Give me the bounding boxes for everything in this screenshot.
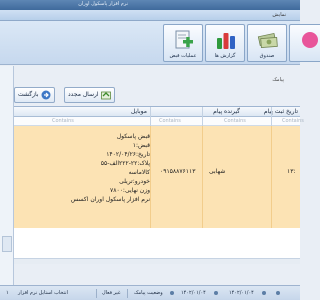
back-arrow-icon — [41, 90, 50, 100]
resend-label: ارسال مجدد — [68, 91, 99, 98]
filter-recipient[interactable]: Contains — [224, 118, 246, 124]
filter-mobile[interactable]: Contains — [159, 118, 181, 124]
grid-header: موبایل گیرنده پیام تاریخ ثبت پیام — [14, 107, 300, 117]
ribbon: عملیات قبض گزارش ها صندوق پیامک — [0, 21, 320, 83]
column-header-date[interactable]: تاریخ ثبت پیام — [264, 108, 298, 115]
cash-box-button[interactable]: صندوق — [247, 24, 287, 62]
message-line: وزن نهایی:۷۸۰۰ — [110, 187, 150, 194]
resend-button[interactable]: ارسال مجدد — [64, 87, 115, 103]
status-bullet-icon — [262, 291, 266, 295]
message-line: قبض:۱ — [132, 142, 150, 149]
table-row[interactable]: قبض پاسکول قبض:۱ تاریخ:۱۴۰۲/۰۴/۲۶ پلاک:۲… — [14, 126, 300, 228]
filter-message[interactable]: Contains — [52, 118, 74, 124]
messages-grid: موبایل گیرنده پیام تاریخ ثبت پیام Contai… — [14, 106, 304, 258]
status-date: ۱۴۰۲/۰۱/۰۴ — [181, 290, 206, 296]
status-date-2: ۱۴۰۲/۰۱/۰۴ — [229, 290, 254, 296]
menu-bar: نمایش — [0, 10, 300, 21]
status-bullet-icon — [276, 291, 280, 295]
window-title: نرم افزار پاسکول اوران — [78, 1, 128, 7]
reports-label: گزارش ها — [214, 53, 236, 59]
recipient-cell: شهابی — [209, 168, 226, 175]
column-header-mobile[interactable]: موبایل — [131, 108, 147, 115]
date-cell: ۱۳: — [287, 168, 296, 175]
mobile-cell: ۰۹۱۵۸۸۷۶۱۱۳ — [160, 168, 196, 175]
row-divider — [202, 126, 203, 228]
status-separator — [96, 289, 97, 298]
status-bar: ۱ انتخاب استایل نرم افزار غیر فعال وضعیت… — [0, 285, 300, 300]
add-document-icon — [175, 30, 193, 49]
back-label: بازگشت — [18, 91, 39, 98]
row-divider — [150, 126, 151, 228]
message-line: قبض پاسکول — [116, 133, 150, 140]
message-line: کالاماسه — [128, 169, 150, 176]
receipt-operations-label: عملیات قبض — [169, 53, 197, 59]
ribbon-group-footer: پیامک — [0, 77, 300, 85]
reports-button[interactable]: گزارش ها — [205, 24, 245, 62]
column-header-recipient[interactable]: گیرنده پیام — [213, 108, 240, 115]
left-panel-control[interactable] — [2, 236, 12, 252]
message-line: نرم افزار پاسکول اوران اکسس — [70, 196, 150, 203]
column-divider — [202, 107, 203, 126]
message-text-cell: قبض پاسکول قبض:۱ تاریخ:۱۴۰۲/۰۴/۲۶ پلاک:۲… — [58, 132, 150, 204]
menu-view[interactable]: نمایش — [272, 12, 286, 18]
back-button[interactable]: بازگشت — [14, 87, 55, 103]
send-arrow-icon — [100, 91, 111, 100]
status-inactive: غیر فعال — [102, 290, 121, 296]
title-bar: نرم افزار پاسکول اوران — [0, 0, 300, 10]
cash-icon — [257, 32, 278, 48]
status-bullet-icon — [214, 291, 218, 295]
horizontal-scrollbar[interactable] — [14, 258, 300, 264]
status-style-selector[interactable]: انتخاب استایل نرم افزار — [18, 290, 68, 296]
status-page-number: ۱ — [6, 290, 9, 296]
status-bullet-icon — [170, 291, 174, 295]
ribbon-group-label: پیامک — [272, 77, 284, 83]
grid-filter-row: Contains Contains Contains Contains — [14, 117, 304, 126]
receipt-operations-button[interactable]: عملیات قبض — [163, 24, 203, 62]
row-divider — [271, 126, 272, 228]
message-line: تاریخ:۱۴۰۲/۰۴/۲۶ — [106, 151, 150, 158]
bar-chart-icon — [217, 33, 235, 49]
column-divider — [271, 107, 272, 126]
filter-date[interactable]: Contains — [282, 118, 304, 124]
status-sms: وضعیت پیامک — [134, 290, 163, 296]
cash-box-label: صندوق — [259, 53, 275, 59]
tag-icon — [302, 32, 318, 48]
message-line: خودرو:تریلی — [119, 178, 150, 185]
status-separator — [127, 289, 128, 298]
toolbar: بازگشت ارسال مجدد — [14, 86, 300, 106]
left-panel — [0, 66, 14, 286]
column-divider — [150, 107, 151, 126]
message-line: پلاک:۲۲-۲۲۲الف-۵۵ — [100, 160, 150, 167]
tag-button[interactable] — [289, 24, 320, 62]
